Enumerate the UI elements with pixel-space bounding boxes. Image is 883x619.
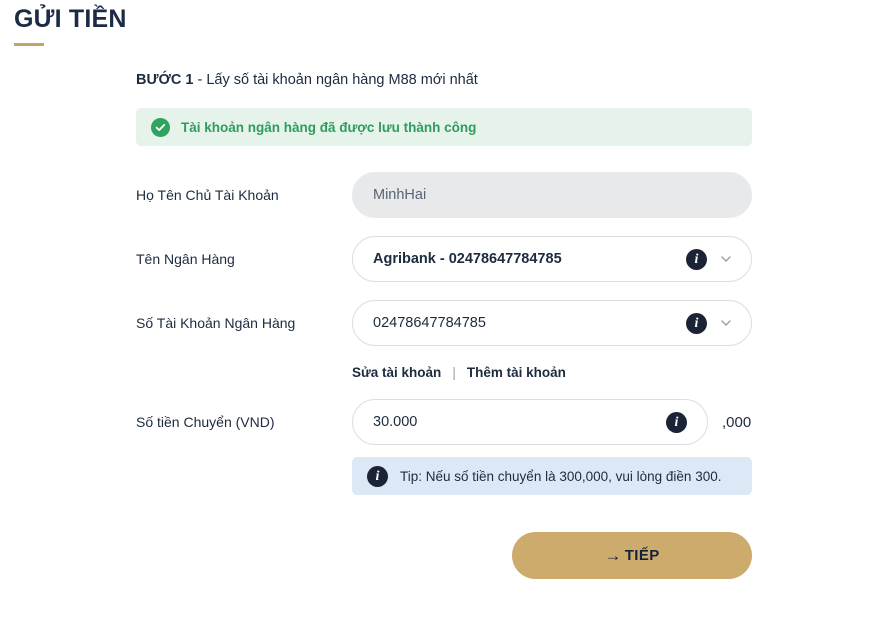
- label-transfer-amount: Số tiền Chuyển (VND): [136, 414, 352, 430]
- info-icon-account-number[interactable]: i: [686, 313, 707, 334]
- edit-account-link[interactable]: Sửa tài khoản: [352, 365, 441, 380]
- step-number-label: BƯỚC 1: [136, 72, 193, 88]
- label-account-holder: Họ Tên Chủ Tài Khoản: [136, 187, 352, 203]
- form-row-account-number: Số Tài Khoản Ngân Hàng 02478647784785 i: [136, 300, 856, 346]
- success-message: Tài khoản ngân hàng đã được lưu thành cô…: [181, 120, 476, 135]
- links-separator: |: [452, 365, 456, 380]
- value-transfer-amount: 30.000: [353, 414, 417, 430]
- label-bank-name: Tên Ngân Hàng: [136, 251, 352, 267]
- tip-message: Tip: Nếu số tiền chuyển là 300,000, vui …: [400, 469, 721, 484]
- info-icon-bank-name[interactable]: i: [686, 249, 707, 270]
- continue-button-label: TIẾP: [625, 547, 660, 564]
- info-circle-icon-tip: i: [367, 466, 388, 487]
- chevron-down-icon-bank-name[interactable]: [719, 252, 733, 266]
- value-account-holder: MinhHai: [353, 187, 426, 203]
- add-account-link[interactable]: Thêm tài khoản: [467, 365, 566, 380]
- chevron-down-icon-account-number[interactable]: [719, 316, 733, 330]
- arrow-right-icon: →: [604, 547, 621, 564]
- field-account-holder: MinhHai: [352, 172, 752, 218]
- tip-banner: i Tip: Nếu số tiền chuyển là 300,000, vu…: [352, 457, 752, 495]
- value-bank-name: Agribank - 02478647784785: [353, 251, 562, 267]
- field-transfer-amount-input[interactable]: 30.000 i: [352, 399, 708, 445]
- success-banner: Tài khoản ngân hàng đã được lưu thành cô…: [136, 108, 752, 146]
- label-account-number: Số Tài Khoản Ngân Hàng: [136, 315, 352, 331]
- field-account-number-select[interactable]: 02478647784785 i: [352, 300, 752, 346]
- form-row-transfer-amount: Số tiền Chuyển (VND) 30.000 i ,000: [136, 399, 856, 445]
- continue-button[interactable]: → TIẾP: [512, 532, 752, 579]
- field-bank-name-select[interactable]: Agribank - 02478647784785 i: [352, 236, 752, 282]
- page-title: GỬI TIỀN: [14, 4, 127, 35]
- amount-suffix-label: ,000: [722, 414, 751, 431]
- title-underline-rule: [14, 43, 44, 46]
- form-row-bank-name: Tên Ngân Hàng Agribank - 02478647784785 …: [136, 236, 856, 282]
- step-description: BƯỚC 1 - Lấy số tài khoản ngân hàng M88 …: [136, 72, 478, 88]
- value-account-number: 02478647784785: [353, 315, 486, 331]
- info-icon-transfer-amount[interactable]: i: [666, 412, 687, 433]
- step-text-label: - Lấy số tài khoản ngân hàng M88 mới nhấ…: [193, 72, 477, 88]
- account-action-links: Sửa tài khoản | Thêm tài khoản: [352, 365, 566, 380]
- check-circle-icon: [151, 118, 170, 137]
- form-row-account-holder: Họ Tên Chủ Tài Khoản MinhHai: [136, 172, 856, 218]
